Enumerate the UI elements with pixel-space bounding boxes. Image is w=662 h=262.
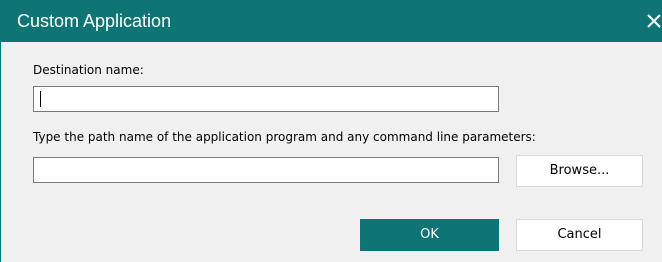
ok-button[interactable]: OK <box>360 219 499 251</box>
custom-application-dialog: Custom Application Destination name: Typ… <box>0 0 662 262</box>
browse-button[interactable]: Browse... <box>516 155 643 187</box>
application-path-input[interactable] <box>33 157 499 183</box>
text-cursor <box>40 91 41 107</box>
path-label: Type the path name of the application pr… <box>33 130 536 144</box>
close-icon <box>647 14 661 28</box>
title-bar: Custom Application <box>1 0 662 42</box>
destination-name-label: Destination name: <box>33 63 144 77</box>
destination-name-input[interactable] <box>33 86 499 112</box>
dialog-title: Custom Application <box>17 11 172 31</box>
close-button[interactable] <box>641 0 662 42</box>
cancel-button[interactable]: Cancel <box>516 219 643 251</box>
